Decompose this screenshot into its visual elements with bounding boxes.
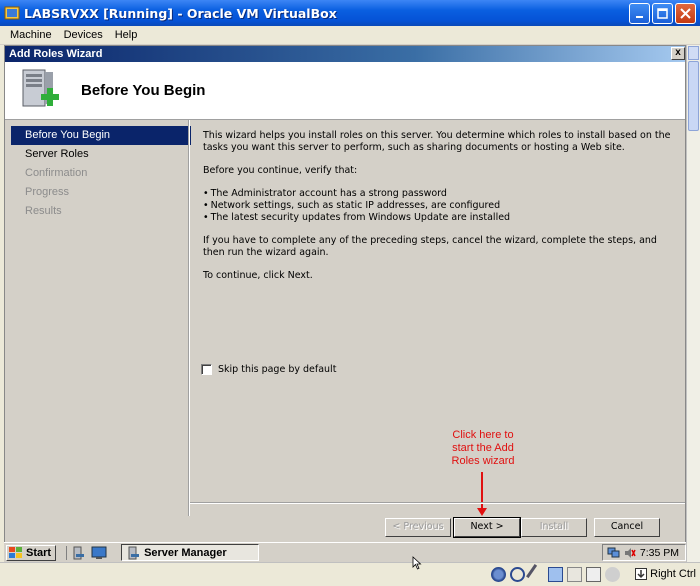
menu-devices[interactable]: Devices	[58, 29, 109, 41]
annotation-arrow	[481, 472, 483, 512]
intro-text: This wizard helps you install roles on t…	[203, 130, 671, 153]
vbox-status-bar: Right Ctrl	[0, 562, 700, 586]
preceding-steps-text: If you have to complete any of the prece…	[203, 235, 657, 258]
step-progress: Progress	[25, 186, 70, 198]
speaker-icon[interactable]	[624, 547, 636, 559]
scroll-up-arrow[interactable]	[688, 46, 699, 60]
step-results: Results	[25, 205, 62, 217]
wizard-content: This wizard helps you install roles on t…	[203, 130, 673, 293]
menu-help[interactable]: Help	[109, 29, 144, 41]
optical-drive-icon[interactable]	[510, 567, 525, 582]
network-icon[interactable]	[607, 547, 620, 559]
checklist-item: Network settings, such as static IP addr…	[203, 200, 673, 212]
wizard-close-button[interactable]: x	[671, 47, 685, 60]
verify-heading: Before you continue, verify that:	[203, 165, 358, 176]
network-adapter-icon[interactable]	[548, 567, 563, 582]
annotation-callout: Click here to start the Add Roles wizard	[451, 429, 515, 467]
annotation-arrow-head	[477, 508, 487, 516]
button-separator	[190, 502, 685, 504]
wizard-title: Add Roles Wizard	[9, 48, 103, 60]
window-titlebar[interactable]: LABSRVXX [Running] - Oracle VM VirtualBo…	[0, 0, 700, 26]
maximize-icon	[657, 8, 668, 19]
wizard-titlebar[interactable]: Add Roles Wizard x	[5, 46, 685, 62]
clock: 7:35 PM	[639, 546, 679, 559]
shared-folders-icon[interactable]	[567, 567, 582, 582]
guest-screen: Add Roles Wizard x Before You Begin Befo…	[4, 45, 686, 562]
show-desktop-icon[interactable]	[91, 546, 107, 560]
hard-disk-icon[interactable]	[491, 567, 506, 582]
server-manager-icon	[128, 546, 140, 559]
start-button[interactable]: Start	[6, 544, 57, 561]
virtualbox-icon	[4, 6, 20, 20]
scroll-thumb[interactable]	[688, 61, 699, 131]
server-add-icon	[22, 69, 59, 107]
mouse-cursor-icon	[412, 556, 422, 570]
cancel-button[interactable]: Cancel	[594, 518, 660, 537]
step-before-you-begin[interactable]: Before You Begin	[11, 126, 191, 145]
install-button[interactable]: Install	[521, 518, 587, 537]
menu-bar: Machine Devices Help	[0, 26, 700, 45]
continue-text: To continue, click Next.	[203, 270, 313, 281]
previous-button[interactable]: < Previous	[385, 518, 451, 537]
next-button[interactable]: Next >	[453, 517, 521, 538]
host-key-indicator: Right Ctrl	[635, 568, 696, 580]
checklist: The Administrator account has a strong p…	[203, 188, 673, 224]
wizard-header: Before You Begin	[5, 62, 685, 120]
close-button[interactable]	[675, 3, 696, 24]
skip-page-label: Skip this page by default	[218, 364, 337, 375]
windows-logo-icon	[9, 546, 22, 558]
host-key-label: Right Ctrl	[650, 568, 696, 580]
step-confirmation: Confirmation	[25, 167, 88, 179]
window-title: LABSRVXX [Running] - Oracle VM VirtualBo…	[24, 5, 337, 21]
display-icon[interactable]	[586, 567, 601, 582]
host-key-arrow-icon	[635, 568, 648, 580]
vertical-scrollbar[interactable]	[686, 45, 700, 562]
minimize-button[interactable]	[629, 3, 650, 24]
checklist-item: The Administrator account has a strong p…	[203, 188, 673, 200]
close-icon: x	[675, 47, 681, 58]
task-label: Server Manager	[144, 546, 227, 559]
quick-launch	[66, 545, 107, 560]
minimize-icon	[635, 15, 643, 18]
start-label: Start	[26, 546, 52, 559]
step-server-roles[interactable]: Server Roles	[11, 145, 191, 164]
maximize-button[interactable]	[652, 3, 673, 24]
system-tray: 7:35 PM	[602, 544, 686, 561]
checklist-item: The latest security updates from Windows…	[203, 212, 673, 224]
mouse-integration-icon[interactable]	[605, 567, 620, 582]
menu-machine[interactable]: Machine	[4, 29, 58, 41]
sidebar-divider	[188, 120, 190, 516]
skip-page-checkbox[interactable]	[201, 364, 212, 375]
server-manager-quick-icon[interactable]	[71, 546, 85, 560]
close-icon	[680, 8, 691, 19]
wizard-steps: Before You Begin Server Roles Confirmati…	[11, 126, 191, 518]
taskbar-server-manager[interactable]: Server Manager	[121, 544, 260, 561]
guest-taskbar: Start Server Manager 7:35 PM	[4, 542, 686, 562]
usb-icon[interactable]	[526, 564, 547, 585]
page-heading: Before You Begin	[81, 82, 206, 99]
skip-page-option[interactable]: Skip this page by default	[201, 364, 336, 375]
